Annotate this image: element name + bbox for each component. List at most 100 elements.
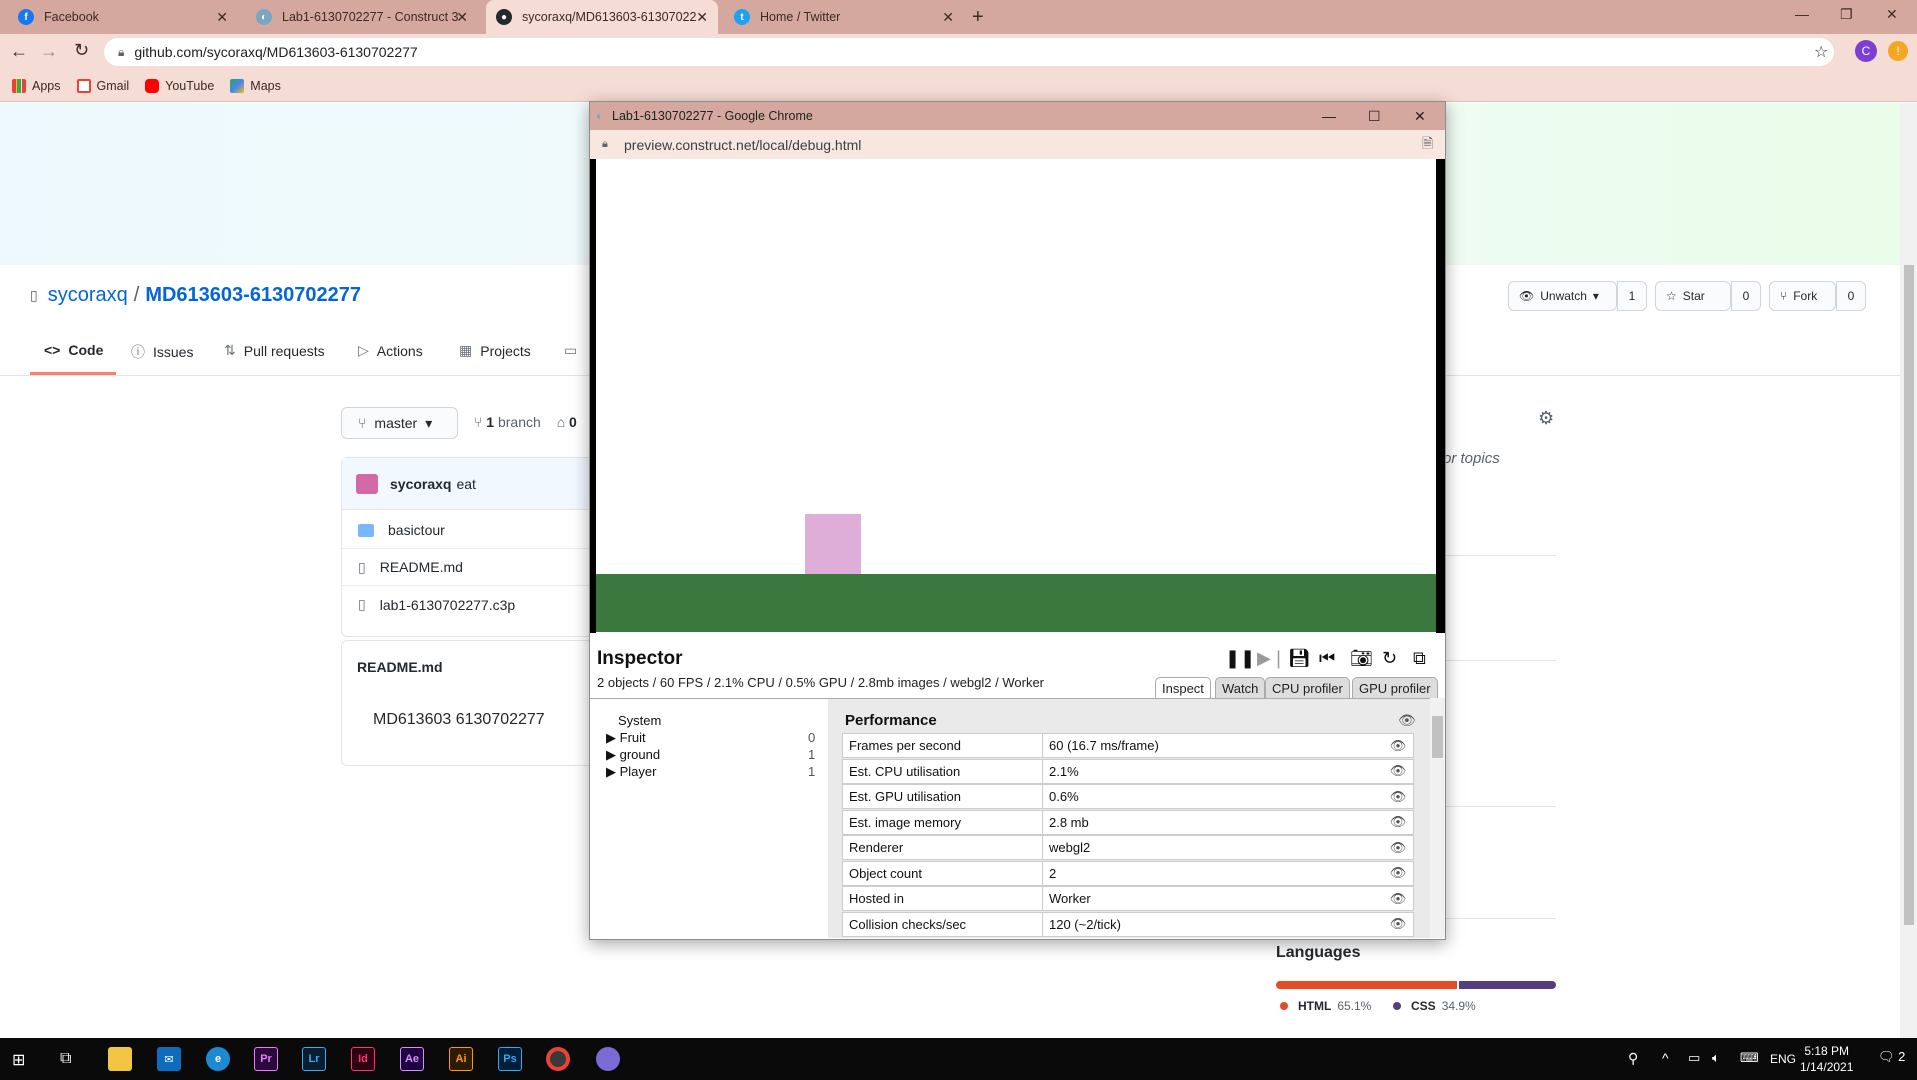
branch-selector[interactable]: ⑂ master ▾ xyxy=(341,407,458,439)
close-tab-icon[interactable]: ✕ xyxy=(216,9,228,26)
restart-icon[interactable]: ⏮︎ xyxy=(1319,648,1335,669)
bookmark-youtube[interactable]: YouTube xyxy=(145,78,214,93)
avatar[interactable] xyxy=(356,473,378,494)
network-icon[interactable]: ▭ xyxy=(1688,1050,1700,1066)
minimize-icon[interactable]: — xyxy=(1322,108,1336,124)
close-window-icon[interactable]: ✕ xyxy=(1886,6,1898,23)
premiere-icon[interactable]: Pr xyxy=(254,1047,278,1071)
list-item[interactable]: ▯ lab1-6130702277.c3p xyxy=(342,586,600,623)
task-view-icon[interactable]: ⧉ xyxy=(60,1050,71,1068)
tab-code[interactable]: <> Code xyxy=(44,342,103,358)
list-item[interactable]: ▯ README.md xyxy=(342,549,600,586)
eye-icon[interactable]: 👁︎ xyxy=(1383,916,1413,932)
tab-issues[interactable]: ⓘ Issues xyxy=(131,342,193,362)
illustrator-icon[interactable]: Ai xyxy=(449,1047,473,1071)
expand-arrow-icon[interactable]: ▶ xyxy=(606,747,616,762)
eye-icon[interactable]: 👁︎ xyxy=(1383,891,1413,907)
list-item[interactable]: basictour xyxy=(342,512,600,549)
eye-icon[interactable]: 👁︎ xyxy=(1383,738,1413,754)
tab-wiki[interactable]: ▭ xyxy=(564,342,585,359)
profile-avatar[interactable]: C xyxy=(1855,40,1877,62)
tab-facebook[interactable]: f Facebook ✕ xyxy=(8,0,238,34)
expand-arrow-icon[interactable]: ▶ xyxy=(606,764,616,779)
tree-item-ground[interactable]: ▶ ground xyxy=(606,747,660,763)
tab-github[interactable]: ● sycoraxq/MD613603-61307022 ✕ xyxy=(486,0,718,34)
fork-count[interactable]: 0 xyxy=(1836,281,1866,311)
branch-count-link[interactable]: ⑂ 1 branch ⌂ 0 xyxy=(474,414,577,430)
tab-twitter[interactable]: t Home / Twitter ✕ xyxy=(724,0,964,34)
tree-item-player[interactable]: ▶ Player xyxy=(606,764,656,780)
language-html[interactable]: HTML 65.1% xyxy=(1280,999,1371,1013)
eye-icon[interactable]: 👁︎ xyxy=(1383,789,1413,805)
repo-owner-link[interactable]: sycoraxq xyxy=(48,284,128,307)
update-alert-icon[interactable]: ! xyxy=(1888,41,1908,61)
eye-icon[interactable]: 👁︎ xyxy=(1398,712,1416,729)
close-tab-icon[interactable]: ✕ xyxy=(456,9,468,26)
pause-icon[interactable]: ❚❚ xyxy=(1225,648,1255,669)
edge-icon[interactable]: e xyxy=(206,1047,230,1071)
camera-icon[interactable]: 📷︎ xyxy=(1350,648,1373,669)
reload-icon[interactable]: ↻ xyxy=(1382,648,1397,669)
watch-button[interactable]: 👁︎ Unwatch ▾ xyxy=(1508,281,1617,311)
people-icon[interactable]: ⚲ xyxy=(1628,1050,1638,1067)
tab-gpu-profiler[interactable]: GPU profiler xyxy=(1352,677,1438,699)
page-scrollbar-thumb[interactable] xyxy=(1904,265,1914,925)
maximize-icon[interactable]: ☐ xyxy=(1368,108,1381,125)
minimize-icon[interactable]: — xyxy=(1795,6,1809,22)
step-icon[interactable]: ▶❘ xyxy=(1257,648,1286,669)
notification-icon[interactable]: 🗨 2 xyxy=(1878,1049,1905,1065)
chevron-up-icon[interactable]: ^ xyxy=(1662,1050,1669,1066)
tab-watch[interactable]: Watch xyxy=(1215,677,1266,699)
tab-pull-requests[interactable]: ⇅ Pull requests xyxy=(224,342,325,359)
language-css[interactable]: CSS 34.9% xyxy=(1393,999,1476,1013)
file-explorer-icon[interactable] xyxy=(108,1047,132,1071)
star-button[interactable]: ☆ Star xyxy=(1655,281,1731,311)
new-tab-button[interactable]: + xyxy=(972,6,984,29)
reload-icon[interactable]: ↻ xyxy=(74,40,89,61)
bookmark-maps[interactable]: Maps xyxy=(230,78,281,93)
star-count[interactable]: 0 xyxy=(1731,281,1761,311)
bookmark-apps[interactable]: Apps xyxy=(12,78,61,93)
document-icon[interactable]: 🗎 xyxy=(1422,133,1433,157)
expand-arrow-icon[interactable]: ▶ xyxy=(606,730,616,745)
windows-start-icon[interactable]: ⊞ xyxy=(12,1050,25,1070)
eye-icon[interactable]: 👁︎ xyxy=(1383,814,1413,830)
tab-inspect[interactable]: Inspect xyxy=(1155,677,1211,699)
tab-cpu-profiler[interactable]: CPU profiler xyxy=(1265,677,1350,699)
preview-window-titlebar[interactable]: ◐ Lab1-6130702277 - Google Chrome — ☐ ✕ xyxy=(590,102,1445,130)
tree-item-fruit[interactable]: ▶ Fruit xyxy=(606,730,646,746)
bookmark-star-icon[interactable]: ☆ xyxy=(1814,42,1828,62)
language-indicator[interactable]: ENG xyxy=(1770,1052,1796,1066)
bookmark-gmail[interactable]: Gmail xyxy=(76,78,129,93)
restore-icon[interactable]: ❐ xyxy=(1840,6,1853,23)
save-icon[interactable]: 💾︎ xyxy=(1288,648,1311,669)
tab-actions[interactable]: ▷ Actions xyxy=(358,342,423,359)
watch-count[interactable]: 1 xyxy=(1617,281,1647,311)
volume-icon[interactable]: 🔈︎ xyxy=(1712,1050,1720,1066)
photoshop-icon[interactable]: Ps xyxy=(498,1047,522,1071)
popout-icon[interactable]: ⧉ xyxy=(1413,648,1426,669)
keyboard-icon[interactable]: ⌨ xyxy=(1740,1050,1759,1066)
forward-icon[interactable]: → xyxy=(40,41,58,62)
gear-icon[interactable]: ⚙ xyxy=(1538,408,1554,429)
indesign-icon[interactable]: Id xyxy=(351,1047,375,1071)
lightroom-icon[interactable]: Lr xyxy=(302,1047,326,1071)
eye-icon[interactable]: 👁︎ xyxy=(1383,763,1413,779)
clock[interactable]: 5:18 PM 1/14/2021 xyxy=(1800,1043,1853,1075)
eye-icon[interactable]: 👁︎ xyxy=(1383,840,1413,856)
mail-icon[interactable]: ✉ xyxy=(157,1047,181,1071)
back-icon[interactable]: ← xyxy=(10,41,28,62)
close-tab-icon[interactable]: ✕ xyxy=(696,9,708,26)
preview-address-bar[interactable]: 🔒︎ preview.construct.net/local/debug.htm… xyxy=(590,130,1445,159)
address-bar[interactable]: 🔒︎ github.com/sycoraxq/MD613603-61307022… xyxy=(104,38,1834,66)
eye-icon[interactable]: 👁︎ xyxy=(1383,865,1413,881)
repo-name-link[interactable]: MD613603-6130702277 xyxy=(145,284,361,307)
chrome-icon[interactable] xyxy=(546,1047,570,1071)
tab-projects[interactable]: ▦ Projects xyxy=(459,342,531,359)
tab-construct[interactable]: ◐ Lab1-6130702277 - Construct 3 ✕ xyxy=(246,0,478,34)
game-canvas[interactable] xyxy=(596,159,1436,633)
fork-button[interactable]: ⑂ Fork xyxy=(1769,281,1836,311)
close-tab-icon[interactable]: ✕ xyxy=(942,9,954,26)
close-window-icon[interactable]: ✕ xyxy=(1414,108,1426,125)
inspector-scrollbar-thumb[interactable] xyxy=(1432,716,1443,758)
